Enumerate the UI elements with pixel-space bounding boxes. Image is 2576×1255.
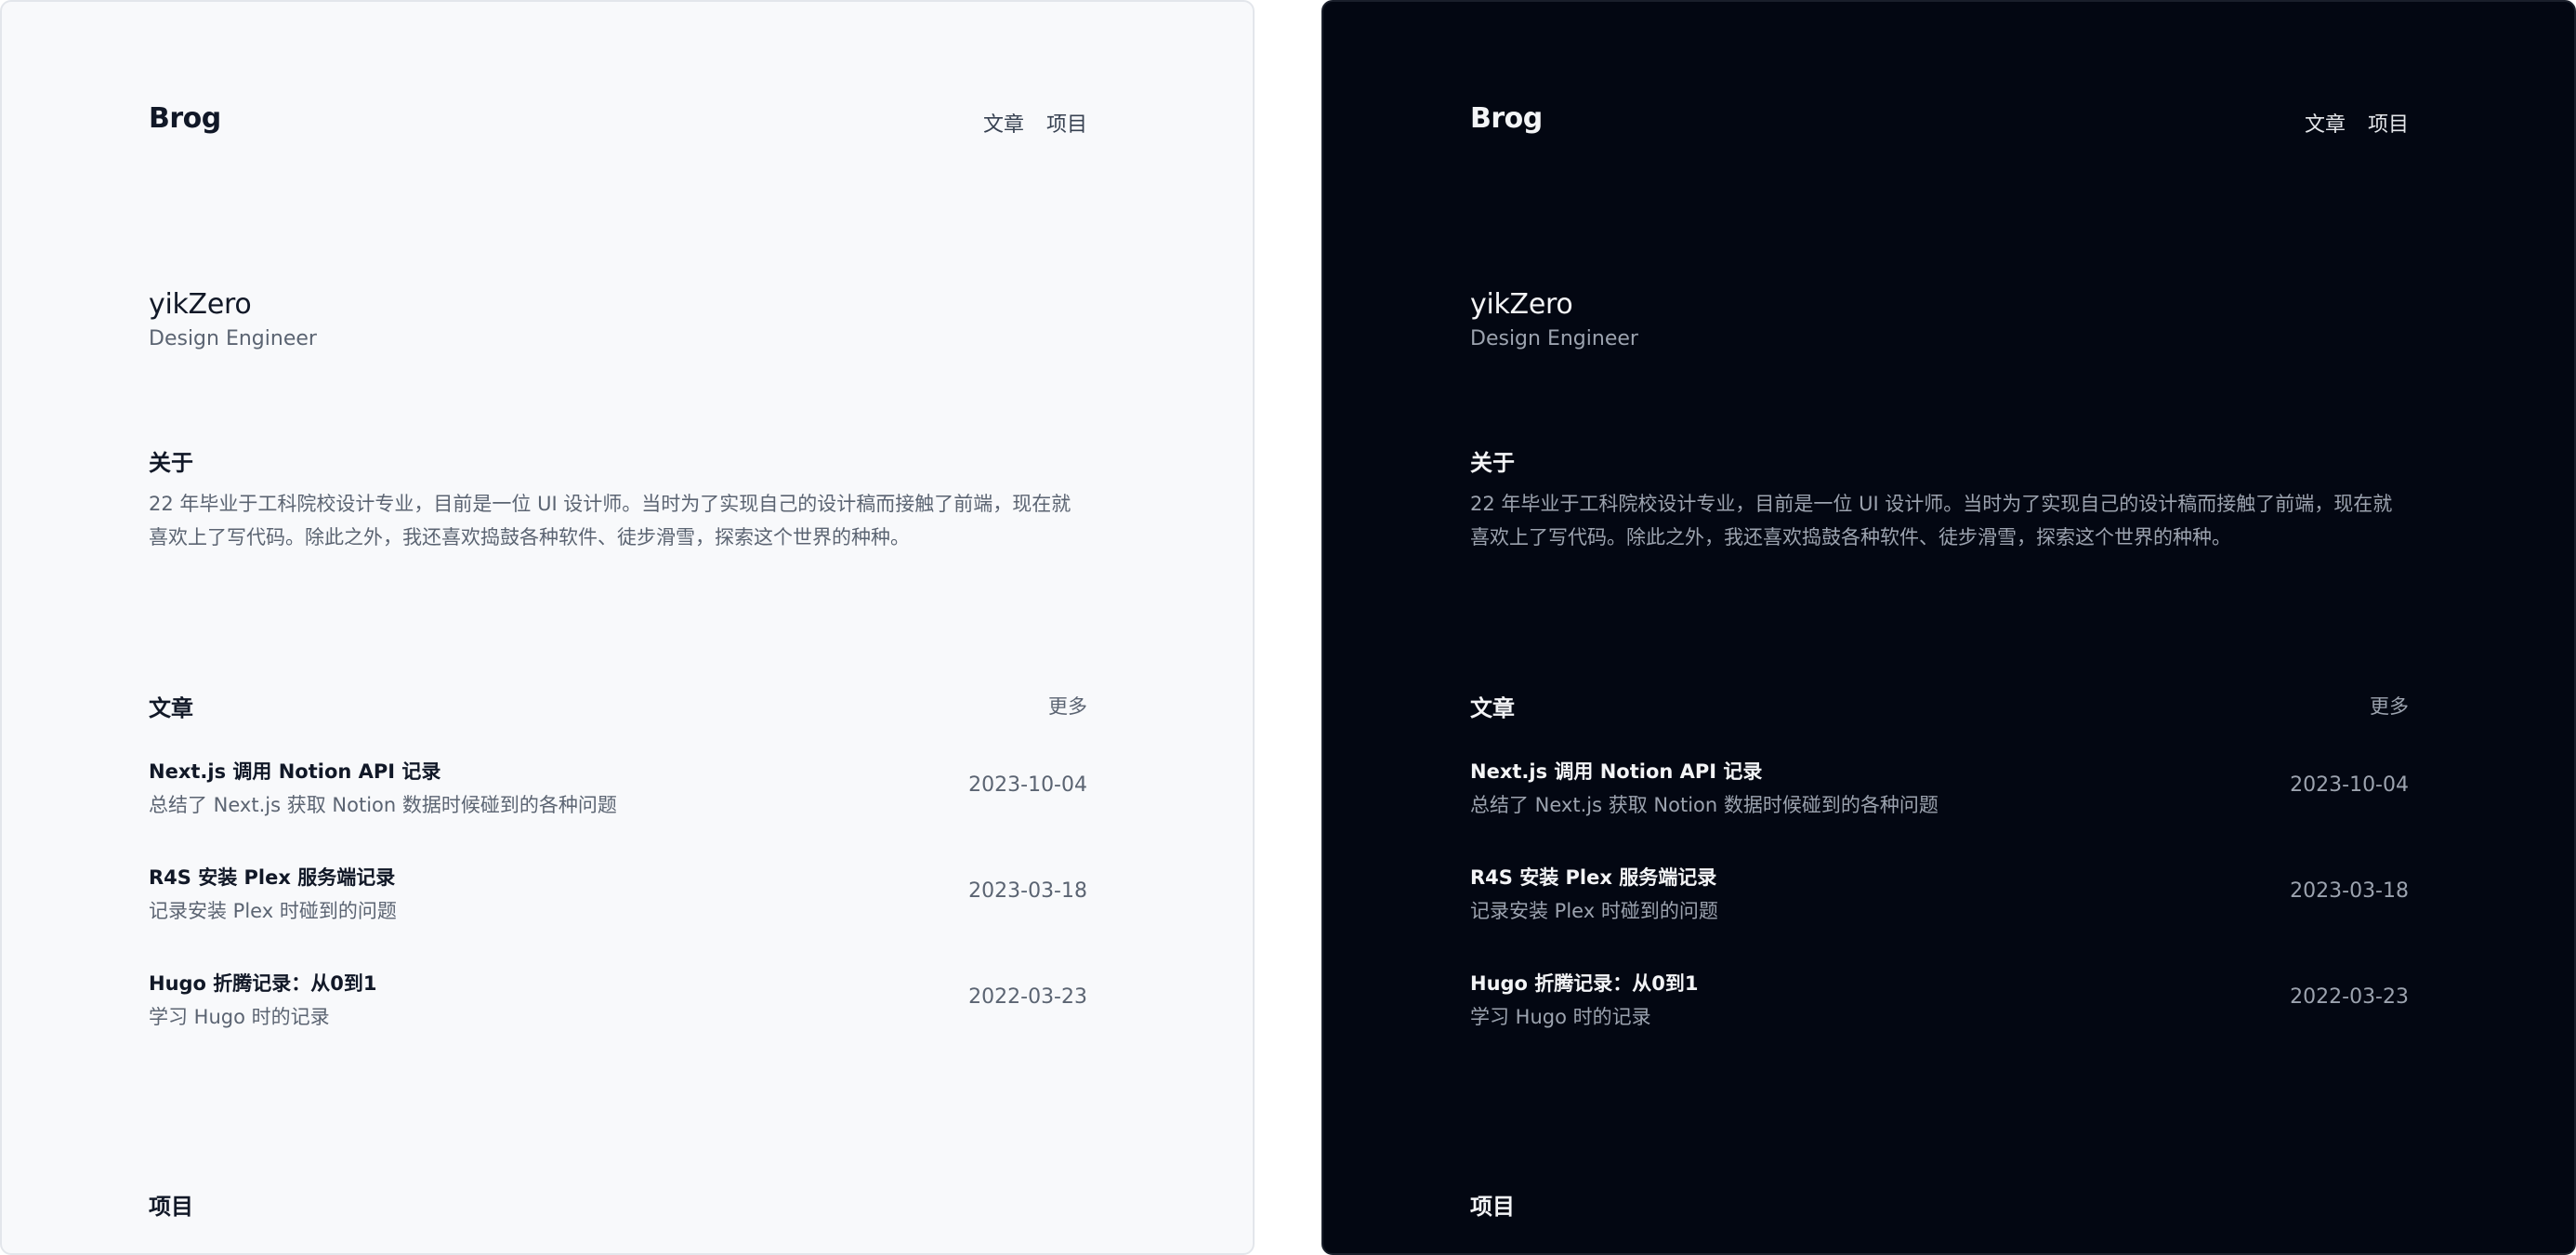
article-description: 学习 Hugo 时的记录 [149,1006,330,1028]
site-brand[interactable]: Brog [1470,102,1543,135]
profile-role: Design Engineer [149,327,317,350]
article-item[interactable]: Next.js 调用 Notion API 记录 总结了 Next.js 获取 … [149,757,1087,831]
article-date: 2023-10-04 [2290,773,2409,797]
article-title: R4S 安装 Plex 服务端记录 [149,866,396,889]
article-date: 2023-03-18 [2290,879,2409,903]
article-date: 2023-10-04 [968,773,1087,797]
top-nav: 文章 项目 [2305,108,2409,138]
light-theme-preview: Brog 文章 项目 yikZero Design Engineer 关于 22… [0,0,1255,1255]
article-date: 2022-03-23 [968,985,1087,1009]
about-heading: 关于 [149,450,193,476]
about-heading: 关于 [1470,450,1515,476]
about-text: 22 年毕业于工科院校设计专业，目前是一位 UI 设计师。当时为了实现自己的设计… [1470,493,2393,548]
article-title: Next.js 调用 Notion API 记录 [149,760,441,783]
article-item[interactable]: Next.js 调用 Notion API 记录 总结了 Next.js 获取 … [1470,757,2409,831]
top-nav: 文章 项目 [983,108,1087,138]
article-item[interactable]: Hugo 折腾记录：从0到1 学习 Hugo 时的记录 2022-03-23 [1470,969,2409,1043]
articles-more-link[interactable]: 更多 [2370,692,2409,720]
nav-item-articles[interactable]: 文章 [983,108,1024,138]
article-title: R4S 安装 Plex 服务端记录 [1470,866,1717,889]
article-title: Next.js 调用 Notion API 记录 [1470,760,1763,783]
projects-heading: 项目 [149,1194,193,1220]
article-description: 记录安装 Plex 时碰到的问题 [1470,900,1718,922]
projects-heading: 项目 [1470,1194,1515,1220]
dark-theme-preview: Brog 文章 项目 yikZero Design Engineer 关于 22… [1321,0,2576,1255]
about-text: 22 年毕业于工科院校设计专业，目前是一位 UI 设计师。当时为了实现自己的设计… [149,493,1071,548]
article-description: 总结了 Next.js 获取 Notion 数据时候碰到的各种问题 [149,794,617,816]
profile-name: yikZero [1470,288,1573,321]
article-description: 学习 Hugo 时的记录 [1470,1006,1651,1028]
site-brand[interactable]: Brog [149,102,221,135]
article-description: 记录安装 Plex 时碰到的问题 [149,900,397,922]
nav-item-projects[interactable]: 项目 [2368,108,2409,138]
article-item[interactable]: R4S 安装 Plex 服务端记录 记录安装 Plex 时碰到的问题 2023-… [149,863,1087,937]
profile-name: yikZero [149,288,252,321]
article-title: Hugo 折腾记录：从0到1 [1470,972,1699,995]
article-title: Hugo 折腾记录：从0到1 [149,972,377,995]
article-date: 2023-03-18 [968,879,1087,903]
article-item[interactable]: Hugo 折腾记录：从0到1 学习 Hugo 时的记录 2022-03-23 [149,969,1087,1043]
article-item[interactable]: R4S 安装 Plex 服务端记录 记录安装 Plex 时碰到的问题 2023-… [1470,863,2409,937]
profile-role: Design Engineer [1470,327,1638,350]
article-date: 2022-03-23 [2290,985,2409,1009]
articles-heading: 文章 [1470,695,1515,721]
nav-item-articles[interactable]: 文章 [2305,108,2346,138]
articles-more-link[interactable]: 更多 [1048,692,1087,720]
articles-heading: 文章 [149,695,193,721]
article-description: 总结了 Next.js 获取 Notion 数据时候碰到的各种问题 [1470,794,1939,816]
nav-item-projects[interactable]: 项目 [1046,108,1087,138]
